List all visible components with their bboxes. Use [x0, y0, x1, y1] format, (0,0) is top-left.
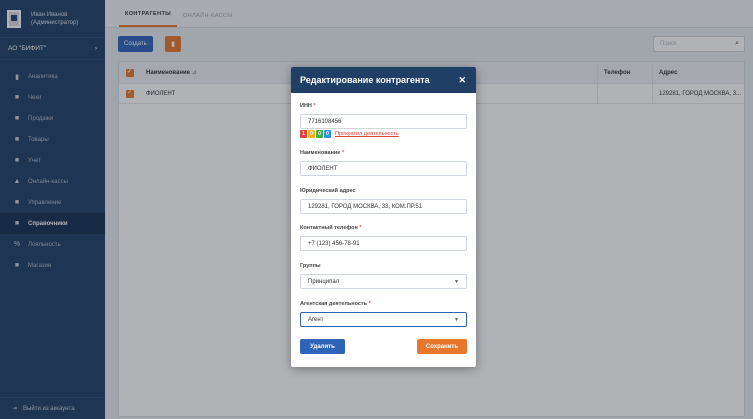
delete-counterparty-button[interactable]: Удалить [300, 339, 345, 354]
status-chip-yellow: 0 [308, 130, 315, 138]
agent-select[interactable]: Агент ▼ [300, 312, 467, 327]
required-mark: * [341, 150, 345, 156]
inn-field[interactable]: 7716108456 [300, 114, 467, 129]
address-label: Юридический адрес [300, 188, 356, 194]
status-chip-green: 0 [316, 130, 323, 138]
phone-field-group: Контактный телефон * +7 (123) 456-78-91 [300, 225, 467, 251]
required-mark: * [368, 301, 371, 307]
status-chip-blue: 0 [324, 130, 331, 138]
close-icon[interactable]: ✕ [458, 75, 466, 86]
required-mark: * [313, 103, 316, 109]
groups-label: Группы [300, 263, 321, 269]
groups-field-group: Группы Принципал ▼ [300, 263, 467, 289]
save-button[interactable]: Сохранить [417, 339, 467, 354]
address-field[interactable]: 129281, ГОРОД МОСКВА, 33, КОМ.ПР.51 [300, 199, 467, 214]
groups-select[interactable]: Принципал ▼ [300, 274, 467, 289]
edit-counterparty-dialog: Редактирование контрагента ✕ ИНН * 77161… [291, 67, 476, 367]
required-mark: * [359, 225, 362, 231]
name-field[interactable]: ФИОЛЕНТ [300, 161, 467, 176]
status-chip-red: 1 [300, 130, 307, 138]
stopped-activity-link[interactable]: Прекратил деятельность [335, 131, 399, 137]
phone-label: Контактный телефон [300, 225, 358, 231]
name-field-group: Наименование * ФИОЛЕНТ [300, 150, 467, 176]
name-label: Наименование [300, 150, 341, 156]
address-field-group: Юридический адрес 129281, ГОРОД МОСКВА, … [300, 188, 467, 214]
agent-label: Агентская деятельность [300, 301, 368, 307]
dialog-title: Редактирование контрагента [300, 75, 430, 85]
caret-down-icon: ▼ [454, 278, 459, 285]
inn-field-group: ИНН * 7716108456 [300, 103, 467, 129]
dialog-header: Редактирование контрагента ✕ [291, 67, 476, 93]
phone-field[interactable]: +7 (123) 456-78-91 [300, 236, 467, 251]
agent-field-group: Агентская деятельность * Агент ▼ [300, 301, 467, 327]
caret-down-icon: ▼ [454, 316, 459, 323]
inn-label: ИНН [300, 103, 312, 109]
status-chips: 1 0 0 0 Прекратил деятельность [300, 130, 399, 138]
